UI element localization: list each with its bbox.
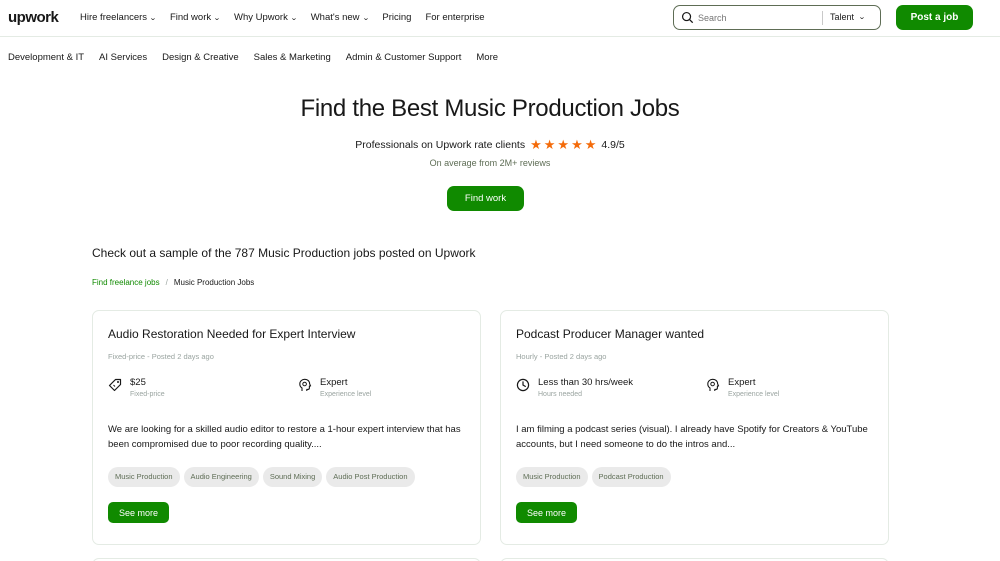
- breadcrumb-separator: /: [165, 278, 168, 287]
- clock-icon: [516, 378, 530, 392]
- price-tag-icon: [108, 378, 122, 392]
- nav-for-enterprise[interactable]: For enterprise: [425, 12, 484, 23]
- rating-value: 4.9/5: [601, 138, 625, 151]
- rating-stars: ★ ★ ★ ★ ★: [530, 138, 596, 151]
- star-icon: ★: [571, 137, 583, 152]
- skill-chip[interactable]: Music Production: [108, 467, 180, 487]
- chevron-down-icon: ⌄: [213, 14, 221, 22]
- hours-value: Less than 30 hrs/week: [538, 377, 634, 388]
- find-work-button[interactable]: Find work: [447, 186, 524, 211]
- nav-label: Hire freelancers: [80, 12, 148, 23]
- skill-chip[interactable]: Audio Post Production: [326, 467, 415, 487]
- upwork-logo[interactable]: upwork: [8, 9, 59, 26]
- nav-label: Pricing: [382, 12, 412, 23]
- category-admin-support[interactable]: Admin & Customer Support: [346, 52, 462, 63]
- rating-text: Professionals on Upwork rate clients: [355, 138, 526, 151]
- star-icon: ★: [530, 137, 542, 152]
- job-experience: Expert Experience level: [706, 377, 779, 398]
- nav-find-work[interactable]: Find work ⌄: [169, 12, 221, 23]
- category-more[interactable]: More: [476, 52, 498, 63]
- see-more-button[interactable]: See more: [516, 502, 577, 523]
- see-more-button[interactable]: See more: [108, 502, 169, 523]
- client-rating: Professionals on Upwork rate clients ★ ★…: [0, 138, 980, 151]
- chevron-down-icon: ⌄: [361, 14, 370, 22]
- main-nav: Hire freelancers ⌄ Find work ⌄ Why Upwork ⌄…: [80, 12, 485, 23]
- job-experience: Expert Experience level: [298, 377, 371, 398]
- experience-label: Experience level: [320, 391, 372, 398]
- skill-chip[interactable]: Podcast Production: [591, 467, 671, 487]
- page-title: Find the Best Music Production Jobs: [300, 95, 680, 122]
- star-icon: ★: [543, 137, 556, 152]
- nav-label: For enterprise: [425, 12, 485, 23]
- skill-chip[interactable]: Audio Engineering: [183, 467, 259, 487]
- chevron-down-icon: ⌄: [149, 14, 157, 22]
- search-scope-select[interactable]: Talent ⌄: [830, 12, 866, 22]
- category-ai-services[interactable]: AI Services: [99, 52, 147, 63]
- category-development-it[interactable]: Development & IT: [8, 52, 84, 63]
- experience-label: Experience level: [728, 391, 780, 398]
- budget-value: $25: [130, 377, 146, 388]
- search-scope-label: Talent: [830, 12, 855, 22]
- nav-label: Find work: [169, 12, 212, 23]
- job-title[interactable]: Audio Restoration Needed for Expert Inte…: [108, 327, 355, 341]
- breadcrumb: Find freelance jobs / Music Production J…: [92, 278, 254, 287]
- job-meta: Fixed-price - Posted 2 days ago: [108, 352, 214, 361]
- search-box: Talent⌄: [673, 5, 881, 30]
- skill-list: Music Production Audio Engineering Sound…: [108, 467, 415, 487]
- nav-pricing[interactable]: Pricing: [382, 12, 411, 23]
- breadcrumb-current: Music Production Jobs: [173, 278, 255, 287]
- star-icon: ★: [557, 137, 570, 152]
- expert-head-icon: [299, 378, 312, 391]
- sample-heading: Check out a sample of the 787 Music Prod…: [92, 246, 476, 260]
- job-meta: Hourly - Posted 2 days ago: [516, 352, 607, 361]
- search-icon: [681, 11, 694, 24]
- nav-whats-new[interactable]: What's new ⌄: [310, 12, 370, 23]
- category-design-creative[interactable]: Design & Creative: [162, 52, 239, 63]
- job-hours: Less than 30 hrs/week Hours needed: [516, 377, 633, 398]
- star-icon: ★: [584, 137, 597, 152]
- skill-list: Music Production Podcast Production: [516, 467, 671, 487]
- top-nav: upwork Hire freelancers ⌄ Find work ⌄ Why …: [0, 0, 1000, 37]
- category-sales-marketing[interactable]: Sales & Marketing: [254, 52, 331, 63]
- nav-hire-freelancers[interactable]: Hire freelancers ⌄: [80, 12, 157, 23]
- chevron-down-icon: ⌄: [289, 14, 298, 22]
- hours-label: Hours needed: [538, 391, 582, 398]
- job-description: We are looking for a skilled audio edito…: [108, 424, 461, 450]
- job-card[interactable]: Podcast Producer Manager wanted Hourly -…: [500, 310, 889, 545]
- job-budget: $25 Fixed-price: [108, 377, 165, 398]
- category-bar: Development & IT AI Services Design & Cr…: [8, 52, 498, 63]
- chevron-down-icon: ⌄: [858, 14, 866, 21]
- job-title[interactable]: Podcast Producer Manager wanted: [516, 327, 704, 341]
- rating-average: On average from 2M+ reviews: [429, 158, 551, 168]
- job-card[interactable]: Audio Restoration Needed for Expert Inte…: [92, 310, 481, 545]
- expert-head-icon: [707, 378, 720, 391]
- nav-label: Why Upwork: [234, 12, 288, 23]
- experience-value: Expert: [728, 377, 756, 388]
- experience-value: Expert: [320, 377, 348, 388]
- search-divider: [822, 11, 823, 25]
- nav-label: What's new: [310, 12, 360, 23]
- skill-chip[interactable]: Sound Mixing: [262, 467, 323, 487]
- nav-why-upwork[interactable]: Why Upwork ⌄: [234, 12, 298, 23]
- budget-label: Fixed-price: [130, 391, 165, 398]
- job-description: I am filming a podcast series (visual). …: [516, 424, 868, 450]
- post-job-button[interactable]: Post a job: [896, 5, 973, 30]
- search-input[interactable]: [698, 10, 818, 26]
- skill-chip[interactable]: Music Production: [516, 467, 588, 487]
- breadcrumb-root-link[interactable]: Find freelance jobs: [92, 278, 160, 287]
